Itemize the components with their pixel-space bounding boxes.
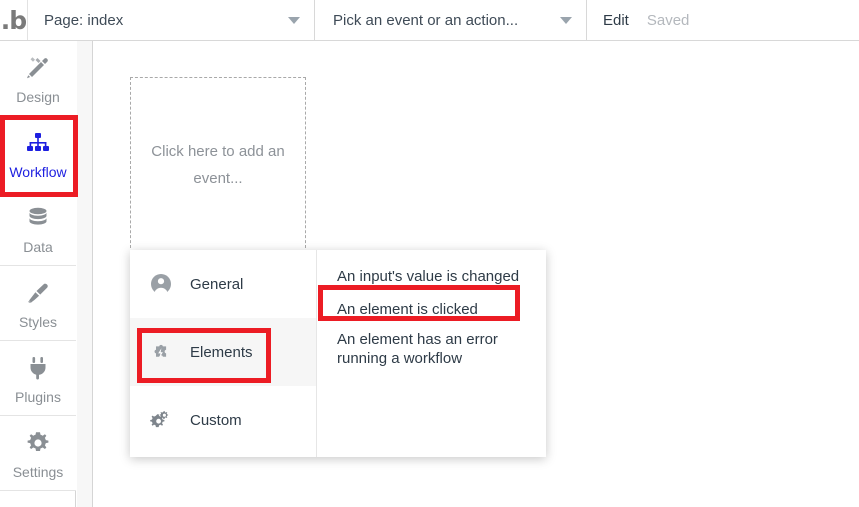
left-sidebar: Design Workflow Data Styles Plugins Sett…: [0, 41, 76, 507]
event-option-list: An input's value is changed An element i…: [317, 250, 546, 457]
category-item-label: General: [190, 275, 244, 293]
design-pencil-icon: [23, 52, 53, 84]
page-selector-value: Page: index: [44, 11, 124, 29]
saved-status-label: Saved: [646, 11, 690, 29]
event-option-label: An element has an error running a workfl…: [337, 331, 498, 367]
sidebar-item-workflow[interactable]: Workflow: [0, 116, 76, 191]
category-item-custom[interactable]: Custom: [130, 386, 316, 454]
event-action-search-dropdown[interactable]: Pick an event or an action...: [315, 0, 587, 40]
category-item-label: Elements: [190, 343, 253, 361]
event-picker-menu: General Elements Custom An input's value…: [130, 250, 546, 457]
sidebar-item-label: Design: [16, 88, 60, 105]
bubble-logo-icon: .b: [0, 5, 27, 35]
workflow-nodes-icon: [23, 127, 53, 159]
top-toolbar: .b Page: index Pick an event or an actio…: [0, 0, 859, 41]
sidebar-item-design[interactable]: Design: [0, 41, 76, 116]
bubble-editor-window: .b Page: index Pick an event or an actio…: [0, 0, 859, 507]
chevron-down-icon: [560, 17, 572, 24]
sidebar-item-settings[interactable]: Settings: [0, 416, 76, 491]
sidebar-item-label: Workflow: [9, 164, 67, 180]
page-selector-dropdown[interactable]: Page: index: [28, 0, 315, 40]
paintbrush-icon: [23, 277, 53, 309]
bubble-logo[interactable]: .b: [0, 0, 28, 40]
sidebar-item-label: Plugins: [15, 388, 61, 405]
gears-icon: [150, 409, 172, 431]
sidebar-gutter-strip: [77, 41, 93, 507]
event-option-element-clicked[interactable]: An element is clicked: [317, 292, 546, 326]
chevron-down-icon: [288, 17, 300, 24]
event-option-element-error[interactable]: An element has an error running a workfl…: [317, 326, 546, 368]
sidebar-item-styles[interactable]: Styles: [0, 266, 76, 341]
puzzle-bolt-icon: [150, 341, 172, 363]
gear-icon: [24, 427, 52, 459]
toolbar-actions: Edit Saved: [587, 0, 689, 40]
add-event-placeholder-label: Click here to add an event...: [151, 143, 285, 187]
sidebar-item-data[interactable]: Data: [0, 191, 76, 266]
plug-icon: [25, 352, 51, 384]
database-icon: [24, 202, 52, 234]
event-option-label: An element is clicked: [337, 300, 478, 318]
sidebar-item-label: Data: [23, 238, 53, 255]
category-item-label: Custom: [190, 411, 242, 429]
event-action-search-value: Pick an event or an action...: [333, 11, 519, 29]
edit-button[interactable]: Edit: [603, 12, 629, 29]
event-option-label: An input's value is changed: [337, 267, 520, 285]
event-category-list: General Elements Custom: [130, 250, 317, 457]
event-option-input-value-changed[interactable]: An input's value is changed: [317, 260, 546, 292]
person-circle-icon: [150, 273, 172, 295]
add-event-placeholder[interactable]: Click here to add an event...: [130, 77, 306, 253]
sidebar-item-plugins[interactable]: Plugins: [0, 341, 76, 416]
sidebar-item-label: Settings: [12, 463, 64, 480]
sidebar-item-label: Styles: [18, 313, 58, 330]
category-item-elements[interactable]: Elements: [130, 318, 316, 386]
category-item-general[interactable]: General: [130, 250, 316, 318]
